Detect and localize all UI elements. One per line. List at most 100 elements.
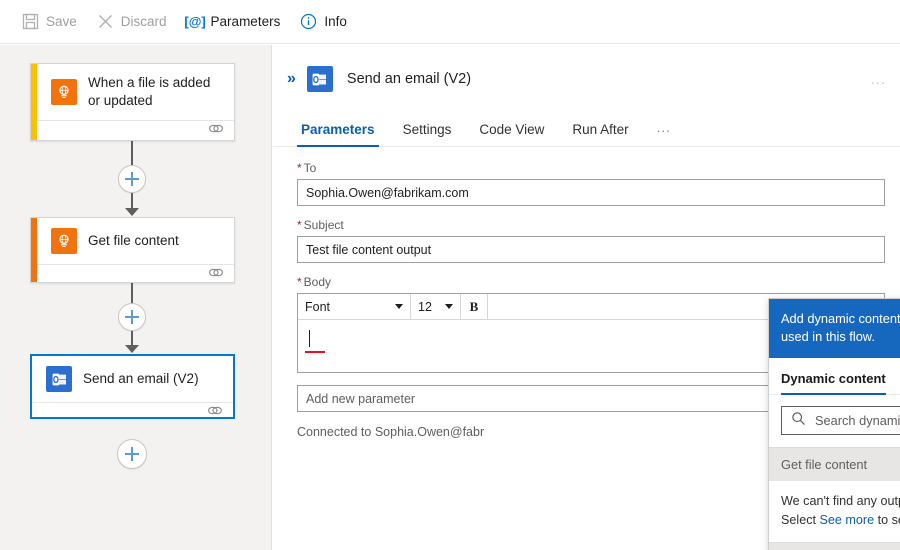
dynamic-content-panel: Add dynamic content from the apps and co… [768,298,900,550]
group-name: Get file content [781,457,867,472]
node-title: When a file is added or updated [88,74,224,110]
add-step-button-2[interactable] [118,303,146,331]
details-tabs: Parameters Settings Code View Run After … [273,105,900,147]
dynamic-content-group-get-file-content[interactable]: Get file content See more [769,447,900,481]
dynamic-content-header-text: Add dynamic content from the apps and co… [781,310,900,346]
tab-label: Code View [479,122,544,137]
save-icon [22,13,39,30]
font-size-value: 12 [418,300,432,314]
node-header: Send an email (V2) [32,356,233,402]
info-label: Info [324,14,347,29]
to-value: Sophia.Owen@fabrikam.com [306,186,469,200]
tab-code-view[interactable]: Code View [465,122,558,146]
details-overflow-button[interactable]: ... [870,71,886,88]
link-icon[interactable] [208,265,224,283]
to-input[interactable]: Sophia.Owen@fabrikam.com [297,179,885,206]
required-marker: * [297,218,302,232]
command-bar: Save Discard [@] Parameters Info [0,0,900,44]
node-footer [31,264,234,283]
tab-label: Parameters [301,122,375,137]
search-icon [791,411,806,431]
required-marker: * [297,161,302,175]
message-suffix: to see all outputs from previous actions… [874,513,900,527]
node-title: Send an email (V2) [83,370,199,388]
subject-input[interactable]: Test file content output [297,236,885,263]
double-chevron-right-icon[interactable]: » [287,70,295,88]
save-label: Save [46,14,77,29]
add-step-button-3[interactable] [117,439,147,469]
dynamic-content-header: Add dynamic content from the apps and co… [769,299,900,358]
node-header: When a file is added or updated [31,64,234,120]
details-header: » Send an email (V2) ... [273,45,900,99]
tab-dynamic-content[interactable]: Dynamic content [781,371,894,394]
info-button[interactable]: Info [290,6,357,38]
parameters-button[interactable]: [@] Parameters [177,6,291,38]
node-accent-bar [31,64,37,140]
font-size-dropdown[interactable]: 12 [411,294,461,319]
message-prefix: Select [781,513,820,527]
flow-connector [131,283,133,305]
text-cursor [309,330,310,347]
logic-app-designer: Save Discard [@] Parameters Info [0,0,900,550]
node-footer [32,402,233,421]
node-accent-bar [31,218,37,282]
font-family-dropdown[interactable]: Font [298,294,411,319]
discard-label: Discard [121,14,167,29]
body-label-text: Body [304,275,331,289]
flow-arrow [125,208,139,216]
info-icon [300,13,317,30]
message-line-2: Select See more to see all outputs from … [781,511,900,530]
add-new-parameter-label: Add new parameter [306,392,415,406]
flow-canvas: When a file is added or updated Get file… [0,45,272,550]
no-outputs-message: We can't find any outputs to match this … [769,481,900,542]
page-title: Send an email (V2) [347,71,471,87]
tab-label: Settings [403,122,452,137]
parameters-icon: [@] [187,13,204,30]
link-icon[interactable] [208,121,224,139]
chevron-down-icon [445,304,453,309]
field-subject: *Subject Test file content output [297,218,886,263]
dynamic-content-tabs: Dynamic content Expression [769,358,900,395]
tab-parameters[interactable]: Parameters [287,122,389,146]
message-line-1: We can't find any outputs to match this … [781,492,900,511]
tab-settings[interactable]: Settings [389,122,466,146]
bold-button[interactable]: B [461,294,488,319]
flow-node-trigger[interactable]: When a file is added or updated [30,63,235,141]
tab-label: Run After [572,122,628,137]
body-label: *Body [297,275,886,289]
flow-node-get-file-content[interactable]: Get file content [30,217,235,283]
subject-label: *Subject [297,218,886,232]
tab-overflow-button[interactable]: ... [643,120,685,146]
search-input[interactable]: Search dynamic content [781,406,900,435]
dynamic-content-group-when-file-added[interactable]: When a file is added or updated See more [769,542,900,550]
node-header: Get file content [31,218,234,264]
required-marker: * [297,275,302,289]
outlook-icon [46,366,72,392]
flow-arrow [125,345,139,353]
search-container: Search dynamic content [769,395,900,447]
add-step-button-1[interactable] [118,165,146,193]
link-icon[interactable] [207,403,223,421]
discard-icon [97,13,114,30]
tab-label: Dynamic content [781,371,886,386]
flow-node-send-email[interactable]: Send an email (V2) [30,354,235,419]
to-label: *To [297,161,886,175]
parameters-label: Parameters [211,14,281,29]
see-more-link[interactable]: See more [820,513,875,527]
sharepoint-icon [51,79,77,105]
to-label-text: To [304,161,317,175]
font-family-value: Font [305,300,330,314]
save-button[interactable]: Save [12,6,87,38]
tab-run-after[interactable]: Run After [558,122,642,146]
flow-connector [131,141,133,165]
subject-label-text: Subject [304,218,344,232]
action-details-pane: » Send an email (V2) ... Parameters Sett… [273,45,900,550]
node-footer [31,120,234,140]
outlook-icon [307,66,333,92]
field-to: *To Sophia.Owen@fabrikam.com [297,161,886,206]
discard-button[interactable]: Discard [87,6,177,38]
validation-underline [305,351,325,353]
node-title: Get file content [88,232,179,250]
sharepoint-icon [51,228,77,254]
subject-value: Test file content output [306,243,431,257]
